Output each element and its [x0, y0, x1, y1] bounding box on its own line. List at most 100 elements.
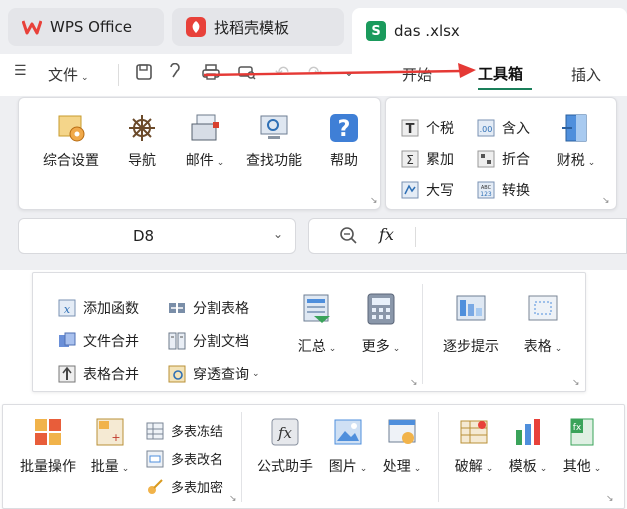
template-button[interactable]: 模板 ⌄	[506, 416, 550, 476]
batch-operation-button[interactable]: 批量操作	[16, 416, 80, 476]
group-launcher-icon[interactable]: ↘	[572, 378, 580, 388]
step-hint-icon	[454, 292, 488, 326]
rename-icon	[146, 450, 164, 468]
template-chart-icon	[512, 416, 544, 448]
sum-button[interactable]: Σ 累加	[401, 149, 454, 169]
table-merge-button[interactable]: 表格合并	[58, 364, 139, 384]
divider	[241, 412, 242, 502]
table-select-icon	[526, 292, 560, 326]
process-button[interactable]: 处理 ⌄	[380, 416, 424, 476]
file-merge-icon	[58, 332, 76, 350]
round-icon: .00	[477, 119, 495, 137]
crack-grid-icon	[458, 416, 490, 448]
svg-text:x: x	[64, 303, 71, 316]
group-launcher-icon[interactable]: ↘	[602, 196, 610, 206]
summary-button[interactable]: 汇总 ⌄	[292, 292, 342, 356]
batch-calc-icon: +	[94, 416, 126, 448]
finance-tax-button[interactable]: 财税 ⌄	[552, 112, 600, 170]
question-mark-icon: ?	[328, 112, 360, 144]
fx-assistant-icon: fx	[269, 416, 301, 448]
active-tab-underline	[478, 88, 532, 90]
group-launcher-icon[interactable]: ↘	[370, 196, 378, 206]
zoom-icon[interactable]	[339, 226, 359, 250]
table-merge-icon	[58, 365, 76, 383]
ship-wheel-icon	[126, 112, 158, 144]
chevron-down-icon[interactable]: ⌄	[273, 227, 283, 241]
file-merge-button[interactable]: 文件合并	[58, 331, 139, 351]
format-painter-icon[interactable]	[166, 62, 186, 83]
more-button[interactable]: 更多 ⌄	[356, 292, 406, 356]
tab-docer-templates[interactable]: 找稻壳模板	[172, 8, 344, 46]
other-button[interactable]: fx 其他 ⌄	[560, 416, 604, 476]
key-icon	[146, 478, 164, 496]
name-box[interactable]: D8 ⌄	[18, 218, 296, 254]
multi-sheet-encrypt-button[interactable]: 多表加密	[146, 477, 223, 496]
table-button[interactable]: 表格 ⌄	[518, 292, 568, 356]
tab-das-xlsx[interactable]: S das .xlsx	[352, 8, 627, 54]
settings-icon	[55, 112, 87, 144]
tab-wps-office[interactable]: WPS Office	[8, 8, 164, 46]
divider	[422, 284, 423, 384]
sigma-icon: Σ	[401, 150, 419, 168]
add-function-button[interactable]: x 添加函数	[58, 298, 139, 318]
split-table-button[interactable]: 分割表格	[168, 298, 249, 318]
tab-insert[interactable]: 插入	[571, 64, 601, 85]
multi-sheet-freeze-button[interactable]: 多表冻结	[146, 421, 223, 440]
annotation-arrow	[203, 63, 476, 78]
group-launcher-icon[interactable]: ↘	[229, 494, 237, 504]
mail-icon	[189, 112, 221, 144]
find-function-button[interactable]: 查找功能	[240, 112, 308, 170]
docer-icon	[186, 17, 206, 37]
wps-logo-icon	[22, 17, 42, 37]
multi-sheet-rename-button[interactable]: 多表改名	[146, 449, 223, 468]
file-menu[interactable]: 文件 ⌄	[48, 64, 89, 85]
split-table-icon	[168, 299, 186, 317]
text-t-icon: T	[401, 119, 419, 137]
tab-label: WPS Office	[50, 18, 132, 36]
process-table-icon	[386, 416, 418, 448]
spreadsheet-s-icon: S	[366, 21, 386, 41]
svg-text:+: +	[111, 431, 120, 444]
round-button[interactable]: .00 含入	[477, 118, 530, 138]
help-button[interactable]: ? 帮助	[326, 112, 362, 170]
svg-text:123: 123	[480, 191, 492, 198]
convert-icon	[477, 150, 495, 168]
transform-button[interactable]: ABC 123 转换	[477, 180, 530, 200]
excel-sheet-icon: fx	[566, 416, 598, 448]
abc-123-icon: ABC 123	[477, 181, 495, 199]
crack-button[interactable]: 破解 ⌄	[452, 416, 496, 476]
drill-query-icon	[168, 365, 186, 383]
hamburger-icon[interactable]: ☰	[14, 63, 27, 79]
fx-icon[interactable]: fx	[379, 225, 394, 244]
svg-text:fx: fx	[573, 423, 582, 433]
convert-rate-button[interactable]: 折合	[477, 149, 530, 169]
mail-button[interactable]: 邮件 ⌄	[180, 112, 230, 170]
split-document-button[interactable]: 分割文档	[168, 331, 249, 351]
svg-text:.00: .00	[480, 125, 493, 134]
batch-button[interactable]: + 批量 ⌄	[88, 416, 132, 476]
tab-toolbox[interactable]: 工具箱	[478, 63, 523, 84]
group-launcher-icon[interactable]: ↘	[410, 378, 418, 388]
calculator-icon	[364, 292, 398, 326]
navigation-button[interactable]: 导航	[122, 112, 162, 170]
cell-reference: D8	[133, 227, 155, 245]
settings-button[interactable]: 综合设置	[38, 112, 104, 170]
drill-query-button[interactable]: 穿透查询 ⌄	[168, 364, 260, 384]
formula-bar[interactable]: fx	[308, 218, 627, 254]
income-tax-button[interactable]: T 个税	[401, 118, 454, 138]
group-launcher-icon[interactable]: ↘	[606, 494, 614, 504]
uppercase-button[interactable]: 大写	[401, 180, 454, 200]
batch-grid-icon	[32, 416, 64, 448]
finance-door-icon	[560, 112, 592, 144]
image-button[interactable]: 图片 ⌄	[326, 416, 370, 476]
step-hint-button[interactable]: 逐步提示	[437, 292, 505, 356]
freeze-grid-icon	[146, 422, 164, 440]
svg-text:?: ?	[338, 117, 351, 142]
formula-assistant-button[interactable]: fx 公式助手	[254, 416, 316, 476]
image-icon	[332, 416, 364, 448]
divider	[118, 64, 119, 86]
tab-label: das .xlsx	[394, 22, 460, 40]
add-function-icon: x	[58, 299, 76, 317]
svg-text:Σ: Σ	[406, 153, 414, 167]
save-icon[interactable]	[134, 63, 154, 83]
